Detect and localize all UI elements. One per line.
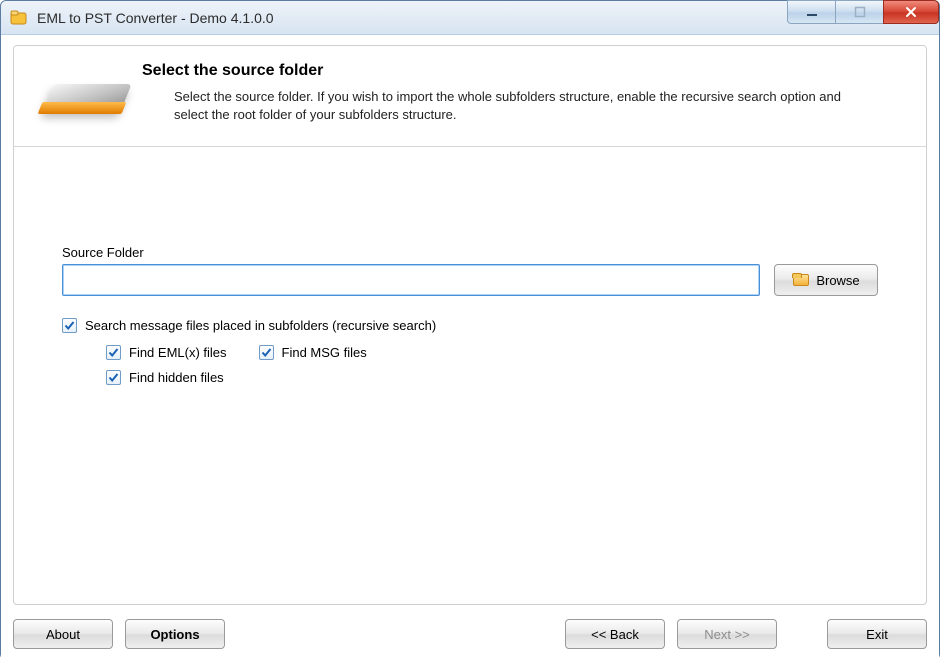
browse-button-label: Browse — [816, 273, 859, 288]
wizard-body: Source Folder Browse Search message file… — [14, 147, 926, 604]
next-button-label: Next >> — [704, 627, 750, 642]
window-controls — [787, 1, 939, 27]
find-hidden-checkbox[interactable] — [106, 370, 121, 385]
about-button-label: About — [46, 627, 80, 642]
header-icon — [32, 56, 142, 126]
window-title: EML to PST Converter - Demo 4.1.0.0 — [37, 10, 274, 26]
find-eml-checkbox-label: Find EML(x) files — [129, 345, 227, 360]
recursive-checkbox[interactable] — [62, 318, 77, 333]
find-hidden-checkbox-row[interactable]: Find hidden files — [106, 370, 466, 385]
back-button-label: << Back — [591, 627, 639, 642]
find-msg-checkbox-label: Find MSG files — [282, 345, 367, 360]
exit-button-label: Exit — [866, 627, 888, 642]
find-msg-checkbox-row[interactable]: Find MSG files — [259, 345, 367, 360]
page-title: Select the source folder — [142, 62, 908, 80]
about-button[interactable]: About — [13, 619, 113, 649]
find-eml-checkbox[interactable] — [106, 345, 121, 360]
back-button[interactable]: << Back — [565, 619, 665, 649]
wizard-footer: About Options << Back Next >> Exit — [13, 605, 927, 649]
close-button[interactable] — [883, 0, 939, 24]
app-icon — [9, 8, 29, 28]
wizard-panel: Select the source folder Select the sour… — [13, 45, 927, 605]
folder-stack-icon — [42, 62, 132, 126]
titlebar: EML to PST Converter - Demo 4.1.0.0 — [1, 1, 939, 35]
source-folder-input[interactable] — [62, 264, 760, 296]
client-area: Select the source folder Select the sour… — [1, 35, 939, 661]
recursive-checkbox-row[interactable]: Search message files placed in subfolder… — [62, 318, 878, 333]
page-description: Select the source folder. If you wish to… — [174, 88, 854, 123]
source-folder-label: Source Folder — [62, 245, 878, 260]
folder-open-icon — [792, 273, 810, 287]
find-msg-checkbox[interactable] — [259, 345, 274, 360]
maximize-button[interactable] — [835, 0, 883, 24]
find-eml-checkbox-row[interactable]: Find EML(x) files — [106, 345, 227, 360]
browse-button[interactable]: Browse — [774, 264, 878, 296]
next-button[interactable]: Next >> — [677, 619, 777, 649]
wizard-header: Select the source folder Select the sour… — [14, 46, 926, 147]
options-button-label: Options — [150, 627, 199, 642]
exit-button[interactable]: Exit — [827, 619, 927, 649]
minimize-button[interactable] — [787, 0, 835, 24]
recursive-checkbox-label: Search message files placed in subfolder… — [85, 318, 436, 333]
options-button[interactable]: Options — [125, 619, 225, 649]
find-hidden-checkbox-label: Find hidden files — [129, 370, 224, 385]
